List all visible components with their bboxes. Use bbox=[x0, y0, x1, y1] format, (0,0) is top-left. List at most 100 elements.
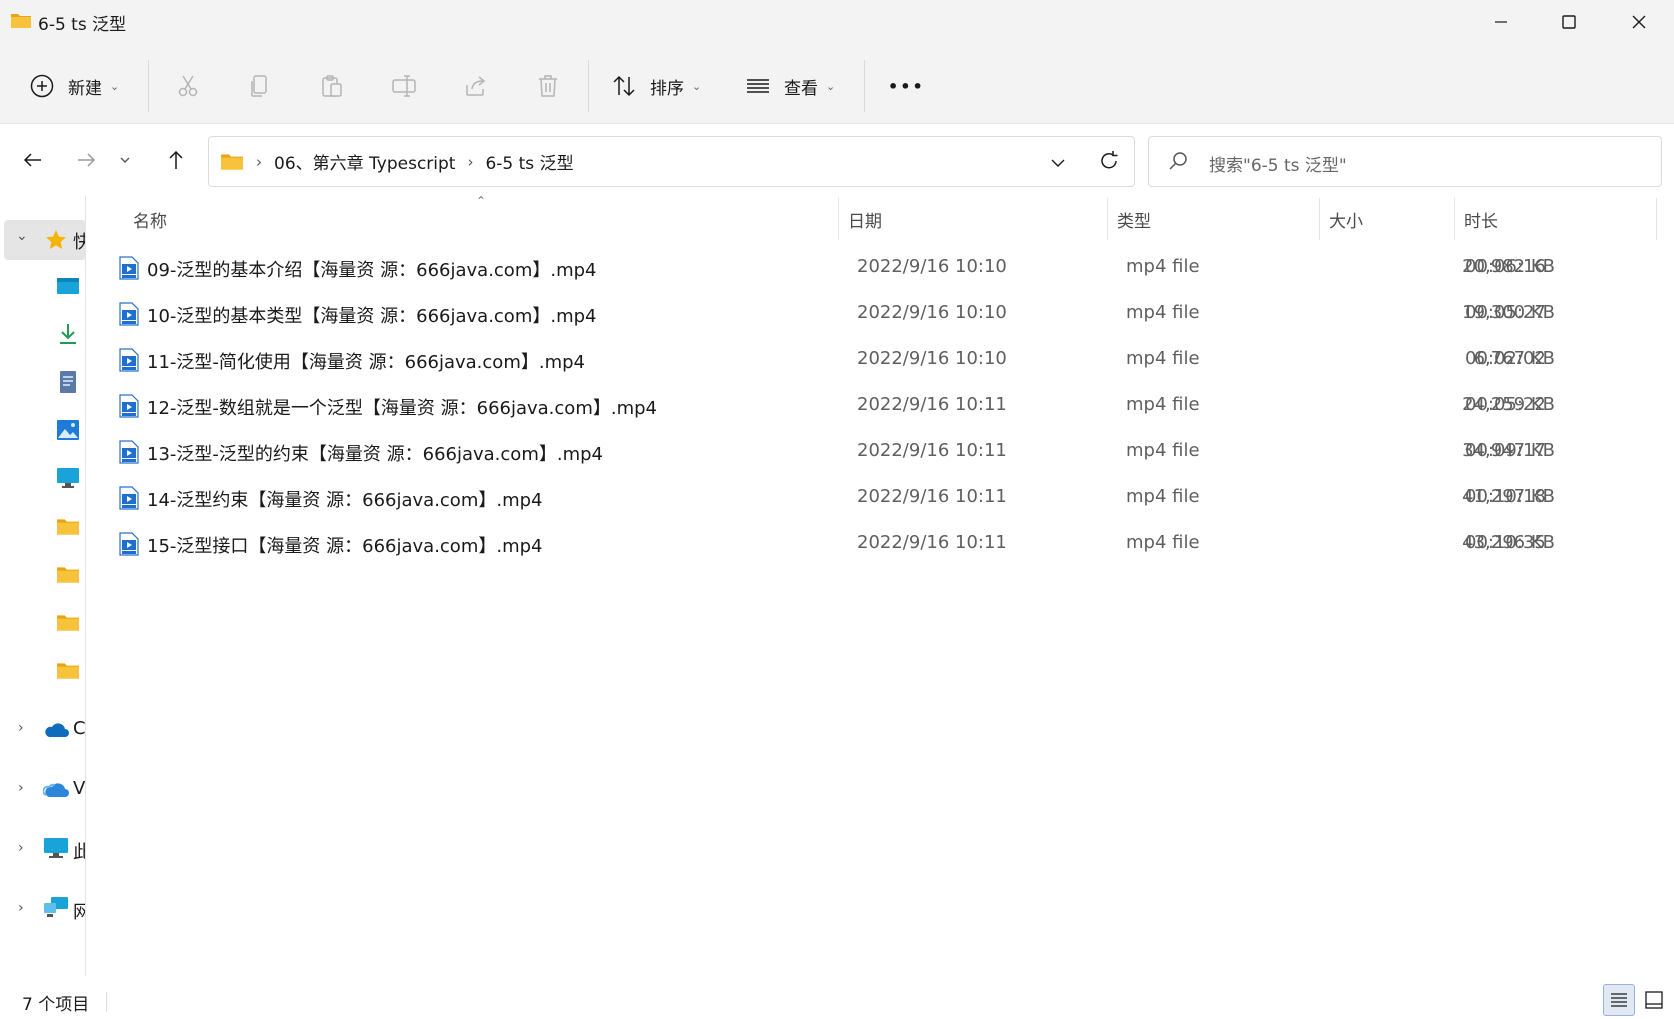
column-divider[interactable] bbox=[1107, 198, 1108, 240]
folder-icon[interactable] bbox=[54, 560, 82, 588]
minimize-icon bbox=[1495, 21, 1507, 23]
chevron-down-icon bbox=[120, 157, 130, 163]
folder-icon[interactable] bbox=[54, 512, 82, 540]
file-type: mp4 file bbox=[1126, 486, 1200, 507]
share-button[interactable] bbox=[458, 68, 494, 104]
onedrive-personal-icon bbox=[42, 776, 70, 804]
sort-ascending-icon: ⌃ bbox=[476, 194, 487, 208]
file-duration: 00:02:02 bbox=[1465, 348, 1546, 369]
column-header-date[interactable]: 日期 bbox=[848, 207, 882, 232]
toolbar-divider bbox=[148, 60, 149, 112]
file-date: 2022/9/16 10:10 bbox=[857, 256, 1007, 277]
forward-button[interactable] bbox=[66, 140, 106, 180]
plus-circle-icon bbox=[24, 68, 60, 104]
desktop-icon[interactable] bbox=[54, 272, 82, 300]
status-item-count: 7 个项目 bbox=[22, 995, 90, 1015]
sidebar-item-label[interactable]: C bbox=[73, 718, 85, 739]
arrow-left-icon bbox=[23, 153, 41, 167]
file-row[interactable]: 12-泛型-数组就是一个泛型【海量资 源：666java.com】.mp4 20… bbox=[110, 383, 1660, 429]
file-type: mp4 file bbox=[1126, 394, 1200, 415]
pictures-icon[interactable] bbox=[54, 416, 82, 444]
file-name: 10-泛型的基本类型【海量资 源：666java.com】.mp4 bbox=[147, 306, 597, 327]
file-row[interactable]: 14-泛型约束【海量资 源：666java.com】.mp4 2022/9/16… bbox=[110, 475, 1660, 521]
copy-button[interactable] bbox=[242, 68, 278, 104]
rename-button[interactable] bbox=[386, 68, 422, 104]
up-button[interactable] bbox=[156, 140, 196, 180]
address-history-button[interactable] bbox=[1043, 148, 1073, 178]
paste-icon bbox=[314, 68, 350, 104]
breadcrumb-item[interactable]: 6-5 ts 泛型 bbox=[485, 149, 573, 174]
column-divider[interactable] bbox=[1319, 198, 1320, 240]
chevron-down-icon: ⌄ bbox=[826, 79, 836, 93]
sort-button[interactable]: 排序 ⌄ bbox=[606, 68, 701, 104]
cut-button[interactable] bbox=[170, 68, 206, 104]
chevron-down-icon bbox=[1051, 159, 1065, 167]
sort-icon bbox=[606, 68, 642, 104]
file-date: 2022/9/16 10:11 bbox=[857, 440, 1007, 461]
file-row[interactable]: 11-泛型-简化使用【海量资 源：666java.com】.mp4 2022/9… bbox=[110, 337, 1660, 383]
file-type: mp4 file bbox=[1126, 302, 1200, 323]
tiles-view-button[interactable] bbox=[1638, 984, 1670, 1016]
column-header-type[interactable]: 类型 bbox=[1117, 207, 1151, 232]
breadcrumb-item[interactable]: 06、第六章 Typescript bbox=[274, 149, 455, 174]
file-type: mp4 file bbox=[1126, 256, 1200, 277]
more-icon: ••• bbox=[888, 76, 925, 96]
column-divider[interactable] bbox=[1656, 198, 1657, 240]
maximize-icon bbox=[1562, 15, 1576, 29]
maximize-button[interactable] bbox=[1534, 0, 1604, 44]
minimize-button[interactable] bbox=[1466, 0, 1536, 44]
sort-label: 排序 bbox=[650, 78, 684, 99]
file-name: 15-泛型接口【海量资 源：666java.com】.mp4 bbox=[147, 536, 543, 557]
video-file-icon bbox=[119, 256, 139, 280]
column-header-name[interactable]: 名称 bbox=[133, 207, 167, 232]
window-title: 6-5 ts 泛型 bbox=[38, 15, 127, 35]
folder-icon[interactable] bbox=[54, 656, 82, 684]
toolbar-divider bbox=[588, 60, 589, 112]
sidebar-item-label[interactable]: 网 bbox=[73, 898, 85, 924]
back-button[interactable] bbox=[13, 140, 53, 180]
recent-locations-button[interactable] bbox=[110, 140, 140, 180]
chevron-right-icon[interactable]: › bbox=[18, 720, 24, 736]
chevron-right-icon[interactable]: › bbox=[18, 780, 24, 796]
file-type: mp4 file bbox=[1126, 532, 1200, 553]
file-row[interactable]: 13-泛型-泛型的约束【海量资 源：666java.com】.mp4 2022/… bbox=[110, 429, 1660, 475]
new-button[interactable]: 新建 ⌄ bbox=[24, 68, 119, 104]
column-divider[interactable] bbox=[1454, 198, 1455, 240]
column-divider[interactable] bbox=[838, 198, 839, 240]
file-name: 11-泛型-简化使用【海量资 源：666java.com】.mp4 bbox=[147, 352, 585, 373]
view-button[interactable]: 查看 ⌄ bbox=[740, 68, 835, 104]
this-pc-icon bbox=[42, 834, 70, 862]
file-row[interactable]: 15-泛型接口【海量资 源：666java.com】.mp4 2022/9/16… bbox=[110, 521, 1660, 567]
paste-button[interactable] bbox=[314, 68, 350, 104]
more-options-button[interactable]: ••• bbox=[888, 68, 925, 104]
toolbar-divider bbox=[864, 60, 865, 112]
file-type: mp4 file bbox=[1126, 440, 1200, 461]
chevron-down-icon: ⌄ bbox=[110, 79, 120, 93]
refresh-icon bbox=[1101, 151, 1118, 169]
chevron-down-icon[interactable]: ⌄ bbox=[16, 228, 28, 244]
search-icon bbox=[1169, 152, 1187, 170]
file-date: 2022/9/16 10:10 bbox=[857, 348, 1007, 369]
refresh-button[interactable] bbox=[1094, 146, 1124, 176]
column-header-size[interactable]: 大小 bbox=[1329, 207, 1363, 232]
delete-button[interactable] bbox=[530, 68, 566, 104]
folder-icon[interactable] bbox=[54, 608, 82, 636]
chevron-right-icon[interactable]: › bbox=[18, 900, 24, 916]
video-file-icon bbox=[119, 302, 139, 326]
column-header-duration[interactable]: 时长 bbox=[1464, 207, 1498, 232]
onedrive-icon bbox=[42, 716, 70, 744]
monitor-icon[interactable] bbox=[54, 464, 82, 492]
documents-icon[interactable] bbox=[54, 368, 82, 396]
downloads-icon[interactable] bbox=[54, 320, 82, 348]
file-row[interactable]: 10-泛型的基本类型【海量资 源：666java.com】.mp4 2022/9… bbox=[110, 291, 1660, 337]
chevron-right-icon[interactable]: › bbox=[18, 840, 24, 856]
cut-icon bbox=[170, 68, 206, 104]
file-row[interactable]: 09-泛型的基本介绍【海量资 源：666java.com】.mp4 2022/9… bbox=[110, 245, 1660, 291]
sidebar-item-label[interactable]: V bbox=[73, 778, 85, 799]
sidebar-item-label[interactable]: 此 bbox=[73, 838, 85, 864]
view-icon bbox=[740, 68, 776, 104]
close-button[interactable] bbox=[1604, 0, 1674, 44]
arrow-right-icon bbox=[78, 153, 96, 167]
share-icon bbox=[458, 68, 494, 104]
details-view-button[interactable] bbox=[1603, 984, 1635, 1016]
